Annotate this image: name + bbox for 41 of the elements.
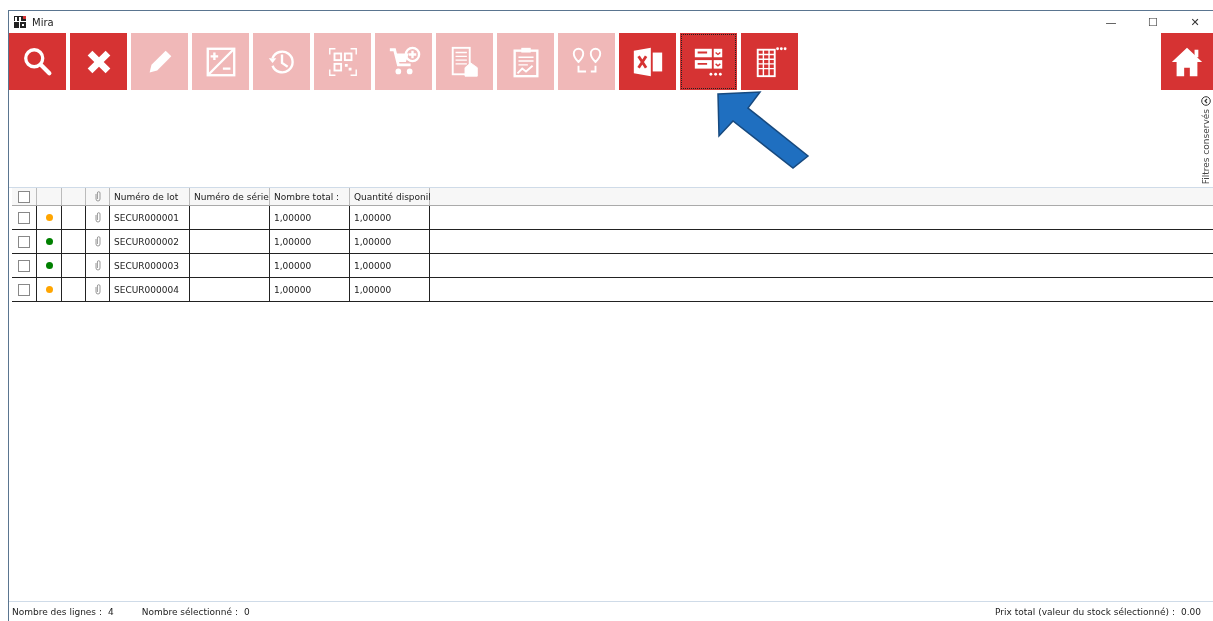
table-cell: 1,00000	[274, 236, 312, 247]
column-header[interactable]: Nombre total :	[274, 191, 340, 202]
status-label: Nombre des lignes :	[12, 606, 102, 617]
app-logo-icon	[14, 16, 26, 28]
toolbar-button[interactable]	[680, 33, 737, 90]
paperclip-icon	[94, 212, 101, 223]
window-title: Mira	[32, 16, 54, 28]
status-label: Prix total (valeur du stock sélectionné) :	[995, 606, 1175, 617]
checkbox[interactable]	[18, 190, 30, 203]
filters-panel-tab[interactable]: Filtres conservés	[1201, 109, 1211, 185]
home-button[interactable]	[1161, 33, 1213, 90]
table-cell: 1,00000	[354, 236, 392, 247]
paperclip-icon	[94, 236, 101, 247]
table-cell: 1,00000	[354, 260, 392, 271]
paperclip-icon	[94, 260, 101, 271]
column-header[interactable]: Numéro de série	[194, 191, 269, 202]
checkbox[interactable]	[18, 211, 30, 224]
table-cell: 1,00000	[274, 284, 312, 295]
status-value: 0	[243, 606, 250, 617]
table-cell: SECUR000004	[114, 284, 179, 295]
status-label: Nombre sélectionné :	[141, 606, 238, 617]
table-cell: 1,00000	[354, 212, 392, 223]
table-cell: SECUR000003	[114, 260, 179, 271]
checkbox[interactable]	[18, 283, 30, 296]
paperclip-icon	[94, 284, 101, 295]
close-button[interactable]: ✕	[1177, 11, 1213, 33]
checkbox[interactable]	[18, 259, 30, 272]
column-header[interactable]: Numéro de lot	[114, 191, 179, 202]
status-value: 0.00	[1180, 606, 1201, 617]
maximize-button[interactable]: ☐	[1135, 11, 1171, 33]
paperclip-icon	[94, 191, 101, 202]
collapse-icon[interactable]	[1201, 96, 1211, 106]
table-cell: 1,00000	[274, 212, 312, 223]
table-cell: SECUR000001	[114, 212, 179, 223]
status-value: 4	[107, 606, 114, 617]
checkbox[interactable]	[18, 235, 30, 248]
table-cell: SECUR000002	[114, 236, 179, 247]
minimize-button[interactable]: —	[1093, 11, 1129, 33]
table-cell: 1,00000	[274, 260, 312, 271]
column-header[interactable]: Quantité disponil	[354, 191, 431, 202]
table-cell: 1,00000	[354, 284, 392, 295]
